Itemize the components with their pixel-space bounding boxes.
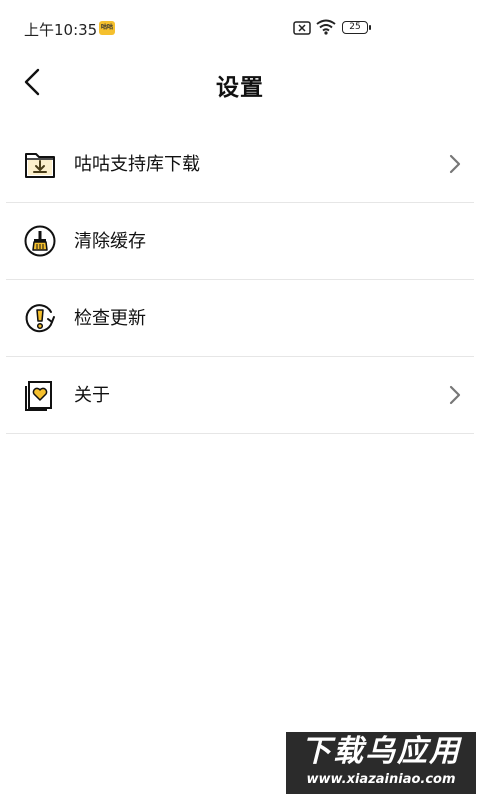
- heart-book-icon: [25, 381, 52, 411]
- battery-level: 25: [349, 22, 361, 32]
- settings-item-label: 关于: [74, 385, 110, 406]
- watermark-logo: 下载乌应用 www.xiazainiao.com: [286, 732, 476, 794]
- folder-download-icon: [25, 153, 55, 178]
- settings-item-clear-cache[interactable]: 清除缓存: [6, 203, 474, 280]
- settings-item-label: 检查更新: [74, 308, 146, 329]
- chevron-right-icon: [449, 154, 461, 174]
- settings-item-check-update[interactable]: 检查更新: [6, 280, 474, 357]
- settings-item-about[interactable]: 关于: [6, 357, 474, 434]
- status-time: 上午10:35: [24, 21, 98, 39]
- battery-cap: [369, 25, 371, 30]
- settings-item-label: 咕咕支持库下载: [74, 154, 200, 175]
- broom-icon: [24, 225, 56, 257]
- settings-item-label: 清除缓存: [74, 231, 146, 252]
- page-title: 设置: [216, 75, 264, 101]
- watermark-url: www.xiazainiao.com: [306, 772, 456, 787]
- watermark-title: 下载乌应用: [301, 734, 461, 769]
- settings-list: 咕咕支持库下载 清除缓存 检查更新 关于: [6, 126, 474, 434]
- sim-off-icon: [293, 21, 311, 35]
- update-icon: [25, 304, 55, 333]
- chevron-right-icon: [449, 385, 461, 405]
- status-bar: 上午10:35 咕咕 25: [0, 0, 480, 56]
- app-notification-badge: 咕咕: [99, 21, 115, 35]
- wifi-icon: [316, 19, 336, 35]
- header: 设置: [0, 56, 480, 116]
- settings-item-library-download[interactable]: 咕咕支持库下载: [6, 126, 474, 203]
